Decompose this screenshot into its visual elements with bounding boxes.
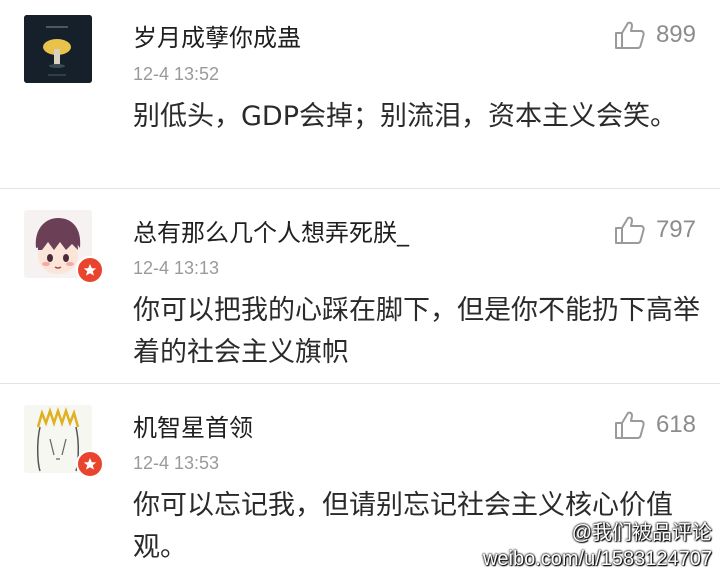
star-icon: [83, 264, 97, 276]
comment-item: 总有那么几个人想弄死朕_ 12-4 13:13 你可以把我的心踩在脚下，但是你不…: [0, 189, 720, 383]
mushroom-icon: [24, 15, 92, 83]
comment-text: 别低头，GDP会掉；别流泪，资本主义会笑。: [133, 101, 677, 132]
like-count: 618: [655, 411, 696, 438]
verified-badge: [76, 450, 104, 478]
watermark-url: weibo.com/u/1583124707: [482, 548, 712, 570]
watermark-account: @我们被品评论: [571, 522, 712, 544]
weibo-logo-icon: [541, 525, 566, 543]
timestamp: 12-4 13:13: [133, 258, 220, 278]
weibo-watermark: @我们被品评论 weibo.com/u/1583124707: [483, 520, 712, 572]
thumbs-up-icon: [614, 411, 645, 439]
comment-item: 岁月成孽你成蛊 12-4 13:52 别低头，GDP会掉；别流泪，资本主义会笑。…: [0, 0, 720, 188]
like-count: 899: [655, 21, 696, 48]
like-button[interactable]: 899: [614, 20, 696, 50]
thumbs-up-icon: [614, 216, 645, 244]
avatar[interactable]: [24, 15, 92, 83]
like-button[interactable]: 618: [614, 410, 696, 440]
like-button[interactable]: 797: [614, 215, 696, 245]
username[interactable]: 机智星首领: [133, 408, 253, 443]
timestamp: 12-4 13:53: [133, 453, 220, 473]
like-count: 797: [655, 216, 696, 243]
username[interactable]: 岁月成孽你成蛊: [133, 18, 301, 53]
verified-badge: [76, 256, 104, 284]
timestamp: 12-4 13:52: [133, 64, 220, 84]
star-icon: [83, 458, 97, 470]
username[interactable]: 总有那么几个人想弄死朕_: [133, 213, 409, 248]
thumbs-up-icon: [614, 21, 645, 49]
comment-text: 你可以把我的心踩在脚下，但是你不能扔下高举着的社会主义旗帜: [133, 295, 700, 368]
